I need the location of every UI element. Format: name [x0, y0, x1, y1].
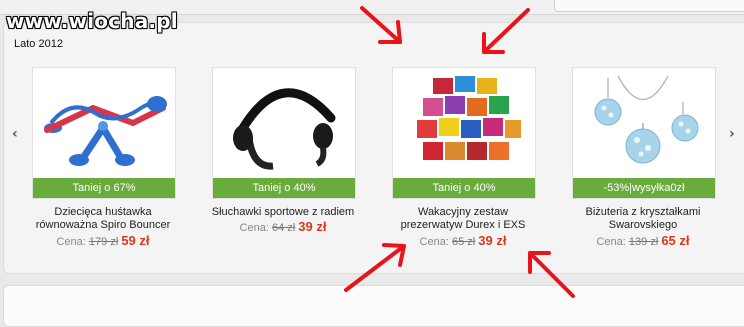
- arrow-down-right-icon: [360, 6, 402, 44]
- arrow-up-right-icon: [344, 244, 406, 292]
- arrow-down-left-icon: [482, 8, 530, 54]
- watermark-logo: www.wiocha.pl: [6, 9, 178, 33]
- annotation-arrows: [344, 6, 575, 298]
- arrow-up-left-icon: [528, 251, 575, 298]
